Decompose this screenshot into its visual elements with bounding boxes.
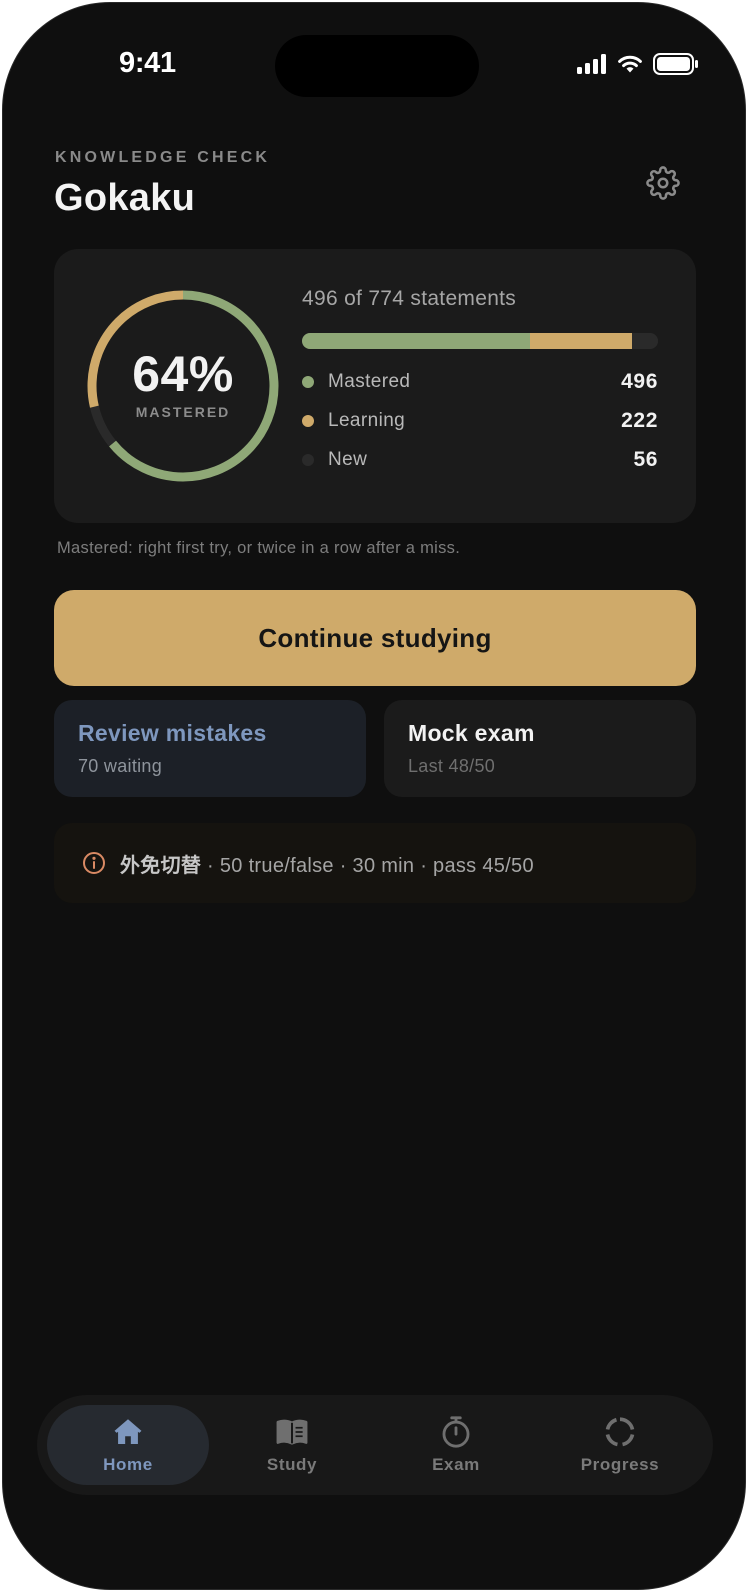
tab-label: Progress	[580, 1455, 660, 1474]
exam-type-label: 外免切替	[120, 854, 202, 877]
wifi-icon	[618, 55, 642, 73]
review-mistakes-title: Review mistakes	[78, 720, 267, 746]
dynamic-island	[275, 35, 479, 97]
status-time: 9:41	[119, 47, 176, 79]
stopwatch-icon	[442, 1416, 470, 1448]
exam-rules: · 50 true/false · 30 min · pass 45/50	[201, 854, 534, 877]
mastery-percent: 64%	[132, 346, 234, 402]
mock-exam-button[interactable]: Mock exam Last 48/50	[384, 700, 696, 797]
progress-ring-icon	[605, 1417, 635, 1447]
cellular-signal-icon	[577, 54, 606, 74]
tab-home[interactable]: Home	[47, 1405, 209, 1485]
page-title: Gokaku	[54, 177, 196, 219]
progress-segment-new	[632, 333, 658, 349]
mastery-definition: Mastered: right first try, or twice in a…	[57, 539, 461, 557]
legend-value: 496	[621, 370, 658, 393]
exam-info-text: 外免切替 · 50 true/false · 30 min · pass 45/…	[120, 849, 534, 878]
mastery-summary-card: 64% MASTERED 496 of 774 statements Maste…	[54, 249, 696, 523]
home-icon	[114, 1419, 142, 1445]
statements-count: 496 of 774 statements	[302, 287, 517, 310]
info-icon	[83, 852, 105, 874]
tab-label: Study	[266, 1455, 318, 1474]
legend-row-new: New 56	[302, 445, 658, 475]
tab-bar: Home Study Exam Progress	[37, 1395, 713, 1495]
legend-label: Mastered	[328, 371, 411, 392]
legend-label: New	[328, 449, 368, 470]
mastery-percent-label: MASTERED	[135, 404, 231, 420]
review-mistakes-button[interactable]: Review mistakes 70 waiting	[54, 700, 366, 797]
tab-label: Home	[103, 1455, 153, 1474]
tab-label: Exam	[432, 1455, 480, 1474]
legend-value: 222	[621, 409, 658, 432]
legend-dot-new	[302, 454, 314, 466]
legend-value: 56	[633, 448, 658, 471]
legend-dot-mastered	[302, 376, 314, 388]
progress-segment-learning	[530, 333, 633, 349]
book-icon	[276, 1419, 308, 1445]
legend-row-learning: Learning 222	[302, 406, 658, 436]
tab-exam[interactable]: Exam	[375, 1405, 537, 1485]
gear-icon[interactable]	[646, 166, 680, 200]
review-mistakes-count: 70 waiting	[78, 756, 163, 776]
section-eyebrow: KNOWLEDGE CHECK	[55, 149, 271, 166]
phone-screen: 9:41 KNOWLEDGE CHECK Gokaku 64% MASTERED…	[2, 2, 746, 1590]
legend-row-mastered: Mastered 496	[302, 367, 658, 397]
tab-progress[interactable]: Progress	[539, 1405, 701, 1485]
legend-dot-learning	[302, 415, 314, 427]
exam-info-banner: 外免切替 · 50 true/false · 30 min · pass 45/…	[54, 823, 696, 903]
mock-exam-title: Mock exam	[408, 720, 535, 746]
tab-study[interactable]: Study	[211, 1405, 373, 1485]
continue-studying-button[interactable]: Continue studying	[54, 590, 696, 686]
mastery-progress-bar	[302, 333, 658, 349]
legend-label: Learning	[328, 410, 406, 431]
progress-segment-mastered	[302, 333, 531, 349]
mock-exam-last-score: Last 48/50	[408, 756, 496, 776]
status-icons	[577, 53, 699, 75]
battery-icon	[653, 53, 698, 75]
